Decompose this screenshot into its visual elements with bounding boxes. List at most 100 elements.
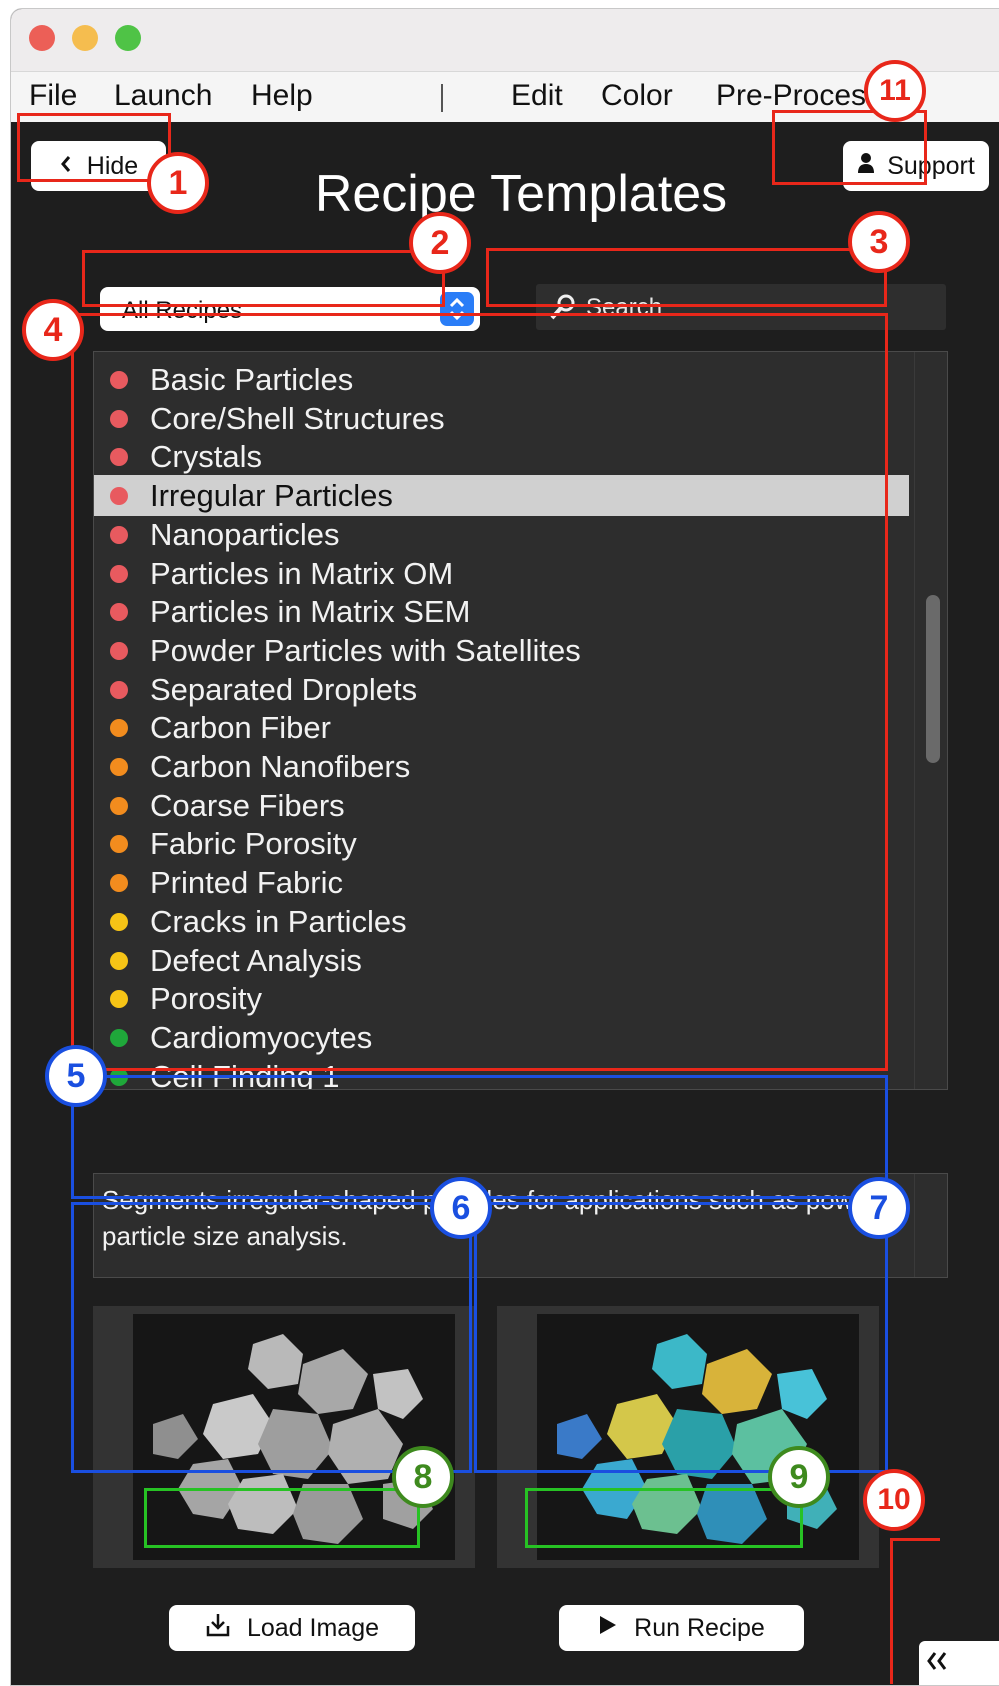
recipe-list-item[interactable]: Particles in Matrix SEM bbox=[94, 591, 909, 632]
recipe-list-item-label: Cell Finding 1 bbox=[150, 1058, 340, 1090]
download-icon bbox=[205, 1612, 231, 1645]
zoom-window-button[interactable] bbox=[115, 25, 141, 51]
app-window: File Launch Help Edit Color Pre-Proces H… bbox=[10, 8, 999, 1686]
recipe-list-item-label: Cardiomyocytes bbox=[150, 1019, 373, 1055]
page-title: Recipe Templates bbox=[314, 165, 728, 223]
annotation-badge-11: 11 bbox=[864, 60, 926, 122]
annotation-badge-10: 10 bbox=[863, 1469, 925, 1531]
recipe-list-item-label: Particles in Matrix OM bbox=[150, 555, 454, 591]
recipe-list-item[interactable]: Core/Shell Structures bbox=[94, 398, 909, 439]
recipe-list-item-label: Cracks in Particles bbox=[150, 903, 407, 939]
annotation-badge-1: 1 bbox=[147, 152, 209, 214]
recipe-list-item-label: Core/Shell Structures bbox=[150, 400, 445, 436]
recipe-list-item-label: Separated Droplets bbox=[150, 671, 418, 707]
menu-bar: File Launch Help Edit Color Pre-Proces bbox=[11, 71, 999, 123]
search-input[interactable]: Search bbox=[536, 284, 946, 330]
recipe-list-item-label: Crystals bbox=[150, 439, 262, 475]
recipe-list-item[interactable]: Cardiomyocytes bbox=[94, 1017, 909, 1058]
recipe-list-item[interactable]: Irregular Particles bbox=[94, 475, 909, 517]
category-color-dot bbox=[110, 487, 128, 506]
recipe-list-item-label: Powder Particles with Satellites bbox=[150, 632, 581, 668]
collapse-panel-button[interactable] bbox=[919, 1641, 999, 1685]
menu-divider bbox=[441, 84, 443, 112]
recipe-templates-panel: Hide Recipe Templates Support All Recipe… bbox=[11, 122, 999, 1685]
menu-color[interactable]: Color bbox=[601, 79, 673, 113]
chevron-left-icon bbox=[59, 152, 73, 181]
recipe-list-item[interactable]: Basic Particles bbox=[94, 359, 909, 400]
close-window-button[interactable] bbox=[29, 25, 55, 51]
category-color-dot bbox=[110, 1028, 128, 1047]
category-color-dot bbox=[110, 525, 128, 544]
recipe-list-item-label: Coarse Fibers bbox=[150, 787, 345, 823]
annotation-badge-3: 3 bbox=[848, 211, 910, 273]
menu-help[interactable]: Help bbox=[251, 79, 313, 113]
recipe-list-item[interactable]: Carbon Nanofibers bbox=[94, 746, 909, 787]
recipe-list-item-label: Carbon Fiber bbox=[150, 710, 331, 746]
load-image-button[interactable]: Load Image bbox=[169, 1605, 415, 1651]
hide-button-label: Hide bbox=[86, 151, 139, 180]
category-color-dot bbox=[110, 603, 128, 622]
original-image-preview bbox=[93, 1306, 475, 1568]
segmented-image-preview bbox=[497, 1306, 879, 1568]
category-color-dot bbox=[110, 758, 128, 776]
recipe-list-item-label: Printed Fabric bbox=[150, 865, 343, 901]
category-color-dot bbox=[110, 564, 128, 583]
recipe-list-item[interactable]: Powder Particles with Satellites bbox=[94, 630, 909, 671]
run-recipe-button[interactable]: Run Recipe bbox=[559, 1605, 804, 1651]
title-bar bbox=[11, 9, 999, 71]
recipe-category-select[interactable]: All Recipes bbox=[100, 287, 480, 331]
category-color-dot bbox=[110, 719, 128, 738]
recipe-list-item[interactable]: Defect Analysis bbox=[94, 940, 909, 981]
category-color-dot bbox=[110, 1067, 128, 1086]
run-recipe-label: Run Recipe bbox=[634, 1613, 765, 1642]
annotation-badge-2: 2 bbox=[409, 212, 471, 274]
annotation-badge-9: 9 bbox=[768, 1446, 830, 1508]
recipe-category-value: All Recipes bbox=[122, 297, 243, 324]
recipe-list-item[interactable]: Crystals bbox=[94, 436, 909, 477]
support-button-label: Support bbox=[887, 151, 975, 180]
minimize-window-button[interactable] bbox=[72, 25, 98, 51]
recipe-list-item-label: Defect Analysis bbox=[150, 942, 362, 978]
recipe-list-item[interactable]: Cell Finding 1 bbox=[94, 1056, 909, 1090]
recipe-list-scrollbar[interactable] bbox=[914, 352, 947, 1089]
recipe-list-item[interactable]: Fabric Porosity bbox=[94, 823, 909, 864]
support-button[interactable]: Support bbox=[843, 141, 989, 191]
recipe-list-item[interactable]: Nanoparticles bbox=[94, 514, 909, 555]
category-color-dot bbox=[110, 990, 128, 1009]
scrollbar-thumb[interactable] bbox=[926, 595, 940, 763]
recipe-list-item[interactable]: Printed Fabric bbox=[94, 862, 909, 903]
recipe-list-item[interactable]: Separated Droplets bbox=[94, 669, 909, 710]
recipe-list-item[interactable]: Coarse Fibers bbox=[94, 785, 909, 826]
search-placeholder: Search bbox=[586, 294, 663, 321]
search-icon bbox=[548, 292, 578, 329]
category-color-dot bbox=[110, 835, 128, 854]
recipe-list-item[interactable]: Porosity bbox=[94, 978, 909, 1019]
recipe-list-item-label: Porosity bbox=[150, 981, 262, 1017]
load-image-label: Load Image bbox=[246, 1613, 380, 1642]
recipe-list-item[interactable]: Carbon Fiber bbox=[94, 707, 909, 748]
category-color-dot bbox=[110, 951, 128, 970]
play-icon bbox=[598, 1614, 618, 1643]
menu-pre-processing[interactable]: Pre-Proces bbox=[716, 79, 866, 113]
hide-button[interactable]: Hide bbox=[31, 141, 166, 191]
recipe-list-item-label: Basic Particles bbox=[150, 362, 354, 397]
recipe-list-item[interactable]: Particles in Matrix OM bbox=[94, 553, 909, 594]
category-color-dot bbox=[110, 448, 128, 467]
menu-launch[interactable]: Launch bbox=[114, 79, 212, 113]
recipe-description-text: Segments irregular-shaped particles for … bbox=[102, 1185, 892, 1251]
annotation-badge-8: 8 bbox=[392, 1446, 454, 1508]
annotation-badge-4: 4 bbox=[22, 299, 84, 361]
description-scrollbar[interactable] bbox=[914, 1174, 947, 1277]
recipe-list-item-label: Fabric Porosity bbox=[150, 826, 357, 862]
recipe-list-item[interactable]: Cracks in Particles bbox=[94, 901, 909, 942]
person-icon bbox=[857, 152, 875, 181]
recipe-list-item-label: Nanoparticles bbox=[150, 516, 340, 552]
menu-file[interactable]: File bbox=[29, 79, 77, 113]
segmented-particles-image bbox=[537, 1314, 859, 1560]
category-color-dot bbox=[110, 680, 128, 699]
recipe-list[interactable]: Cell Finding 1 Cardiomyocytes Porosity Defe… bbox=[93, 351, 948, 1090]
select-stepper-icon bbox=[440, 292, 474, 326]
recipe-list-item-label: Particles in Matrix SEM bbox=[150, 594, 471, 630]
menu-edit[interactable]: Edit bbox=[511, 79, 563, 113]
annotation-badge-7: 7 bbox=[848, 1177, 910, 1239]
